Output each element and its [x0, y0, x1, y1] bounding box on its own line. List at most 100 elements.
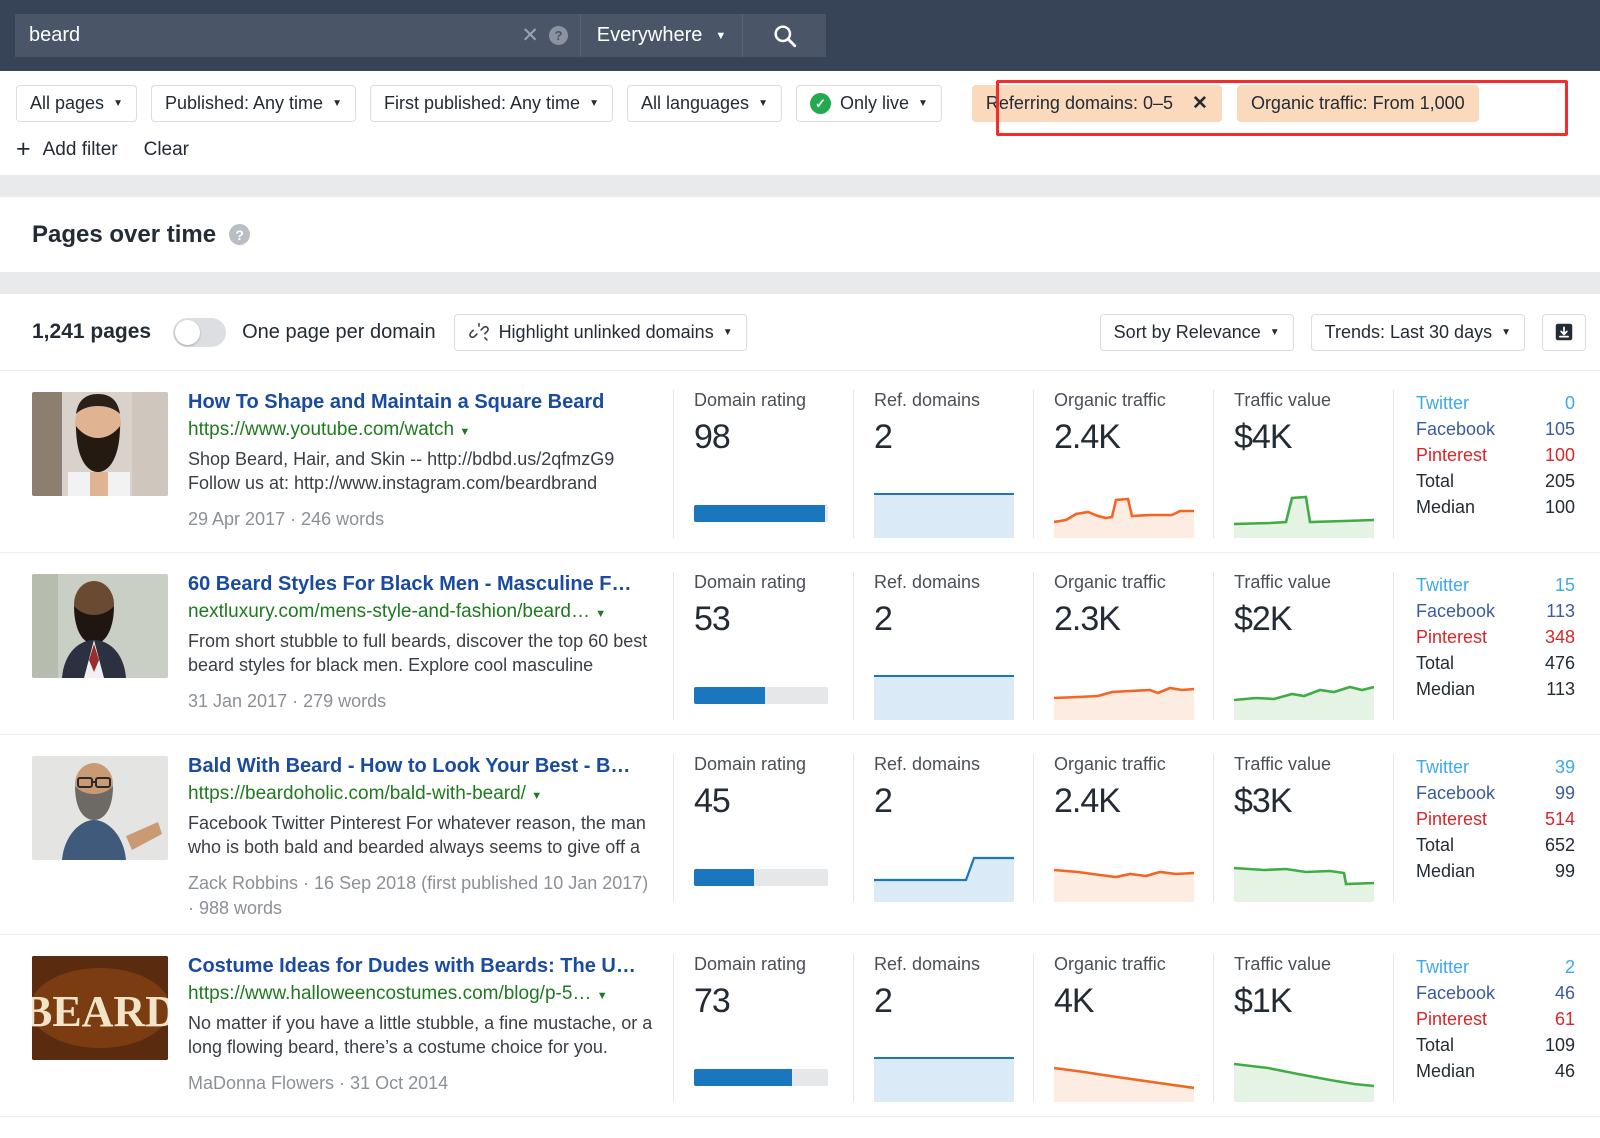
filter-organic-traffic[interactable]: Organic traffic: From 1,000	[1236, 85, 1479, 122]
result-url-link[interactable]: nextluxury.com/mens-style-and-fashion/be…	[188, 600, 659, 625]
table-row[interactable]: BEARD Costume Ideas for Dudes with Beard…	[0, 935, 1600, 1117]
chevron-down-icon: ▼	[113, 98, 123, 109]
one-page-per-domain-toggle[interactable]	[173, 317, 227, 347]
toggle-knob	[175, 319, 201, 345]
chevron-down-icon: ▼	[758, 98, 768, 109]
metric-label: Organic traffic	[1054, 953, 1166, 974]
metric-value: 98	[694, 418, 731, 456]
metric-value: $1K	[1234, 981, 1293, 1020]
result-url-text: https://www.halloweencostumes.com/blog/p…	[188, 982, 592, 1004]
export-button[interactable]	[1542, 313, 1586, 351]
result-title-link[interactable]: How To Shape and Maintain a Square Beard	[188, 390, 659, 415]
metric-label: Organic traffic	[1054, 572, 1166, 592]
result-thumbnail[interactable]: BEARD	[32, 955, 168, 1060]
social-metrics: Twitter 0 Facebook 105 Pinterest 100 Tot…	[1393, 390, 1593, 538]
filter-languages[interactable]: All languages ▼	[626, 85, 782, 122]
metric-value: 2	[874, 981, 893, 1020]
question-mark-icon[interactable]: ?	[229, 224, 251, 245]
result-meta: 31 Jan 2017 · 279 words	[188, 691, 387, 712]
download-icon	[1555, 323, 1573, 341]
chevron-down-icon[interactable]: ▼	[595, 608, 606, 620]
sort-dropdown[interactable]: Sort by Relevance ▼	[1099, 313, 1294, 351]
chevron-down-icon[interactable]: ▼	[597, 990, 608, 1002]
table-row[interactable]: How To Shape and Maintain a Square Beard…	[0, 371, 1600, 553]
metric-value: 53	[694, 600, 731, 638]
metric-value: 73	[694, 981, 731, 1020]
chevron-down-icon[interactable]: ▼	[459, 426, 470, 438]
social-metrics: Twitter 15 Facebook 113 Pinterest 348 To…	[1393, 572, 1593, 720]
result-url-link[interactable]: https://www.halloweencostumes.com/blog/p…	[188, 982, 659, 1007]
trends-dropdown[interactable]: Trends: Last 30 days ▼	[1310, 313, 1525, 351]
metric-label: Traffic value	[1234, 953, 1332, 974]
social-value: 46	[1554, 982, 1575, 1003]
result-title-link[interactable]: 60 Beard Styles For Black Men - Masculin…	[188, 572, 659, 597]
metric-value: $4K	[1234, 418, 1293, 456]
filter-only-live[interactable]: ✓ Only live ▼	[795, 85, 942, 122]
metric-label: Traffic value	[1234, 572, 1332, 592]
metric-label: Organic traffic	[1054, 754, 1166, 774]
metric-value: 4K	[1054, 981, 1095, 1020]
trends-dropdown-label: Trends: Last 30 days	[1324, 321, 1493, 342]
search-input[interactable]: beard ✕ ?	[15, 14, 580, 57]
filter-referring-domains[interactable]: Referring domains: 0–5 ✕	[971, 85, 1222, 122]
result-url-link[interactable]: https://www.youtube.com/watch ▼	[188, 418, 659, 443]
metric-label: Domain rating	[694, 754, 807, 774]
metric-organic-traffic: Organic traffic 2.4K	[1033, 754, 1213, 902]
social-value: 0	[1564, 393, 1575, 413]
ref-domains-sparkline	[874, 668, 1014, 720]
search-button[interactable]	[742, 14, 826, 57]
metric-value: 2	[874, 782, 893, 820]
social-twitter: Twitter 0	[1416, 390, 1575, 416]
social-label: Pinterest	[1416, 1009, 1488, 1030]
chevron-down-icon: ▼	[1269, 326, 1280, 338]
social-metrics: Twitter 39 Facebook 99 Pinterest 514 Tot…	[1393, 754, 1593, 902]
search-scope-dropdown[interactable]: Everywhere ▼	[580, 14, 742, 57]
social-total: Total 476	[1416, 650, 1575, 676]
social-facebook: Facebook 46	[1416, 980, 1575, 1006]
social-value: 113	[1546, 679, 1575, 700]
table-row[interactable]: 60 Beard Styles For Black Men - Masculin…	[0, 553, 1600, 735]
close-x-icon[interactable]: ✕	[521, 25, 539, 46]
filter-actions-row: + Add filter Clear	[16, 137, 1584, 175]
result-thumbnail[interactable]	[32, 392, 168, 496]
social-twitter: Twitter 39	[1416, 754, 1575, 780]
result-meta: MaDonna Flowers · 31 Oct 2014	[188, 1073, 449, 1094]
man-in-suit-photo	[32, 574, 168, 678]
social-label: Twitter	[1416, 956, 1470, 977]
highlight-unlinked-domains-label: Highlight unlinked domains	[498, 321, 714, 342]
close-x-icon[interactable]: ✕	[1192, 92, 1208, 115]
traffic-value-sparkline	[1234, 1050, 1374, 1102]
filter-all-pages[interactable]: All pages ▼	[16, 85, 137, 122]
table-row[interactable]: Bald With Beard - How to Look Your Best …	[0, 735, 1600, 935]
clear-filters-label: Clear	[143, 138, 189, 160]
add-filter-button[interactable]: + Add filter	[16, 137, 118, 162]
result-url-text: nextluxury.com/mens-style-and-fashion/be…	[188, 601, 590, 622]
filter-published[interactable]: Published: Any time ▼	[150, 85, 356, 122]
social-value: 61	[1554, 1009, 1575, 1030]
one-page-per-domain-label: One page per domain	[242, 320, 436, 343]
result-title-link[interactable]: Costume Ideas for Dudes with Beards: The…	[188, 954, 659, 979]
plus-icon: +	[16, 135, 31, 163]
social-value: 205	[1544, 471, 1575, 492]
result-info: How To Shape and Maintain a Square Beard…	[188, 390, 673, 532]
active-filter-chips: Referring domains: 0–5 ✕ Organic traffic…	[971, 85, 1479, 122]
social-value: 113	[1546, 601, 1575, 622]
result-thumbnail[interactable]	[32, 574, 168, 678]
question-mark-icon[interactable]: ?	[549, 26, 568, 45]
metric-domain-rating: Domain rating 98	[673, 390, 853, 538]
result-title-link[interactable]: Bald With Beard - How to Look Your Best …	[188, 754, 659, 779]
svg-text:BEARD: BEARD	[32, 987, 168, 1036]
magnifier-icon	[773, 24, 796, 47]
filter-first-published[interactable]: First published: Any time ▼	[369, 85, 613, 122]
result-description: No matter if you have a little stubble, …	[188, 1012, 653, 1057]
highlight-unlinked-domains-dropdown[interactable]: Highlight unlinked domains ▼	[453, 313, 747, 351]
filter-only-live-label: Only live	[839, 93, 909, 113]
chevron-down-icon[interactable]: ▼	[531, 790, 542, 802]
chevron-down-icon: ▼	[332, 98, 342, 109]
metric-value: 2.4K	[1054, 418, 1121, 456]
result-thumbnail[interactable]	[32, 756, 168, 860]
result-url-link[interactable]: https://beardoholic.com/bald-with-beard/…	[188, 782, 659, 807]
clear-filters-button[interactable]: Clear	[144, 139, 189, 161]
social-label: Pinterest	[1416, 445, 1488, 466]
filter-organic-traffic-label: Organic traffic: From 1,000	[1250, 93, 1465, 113]
